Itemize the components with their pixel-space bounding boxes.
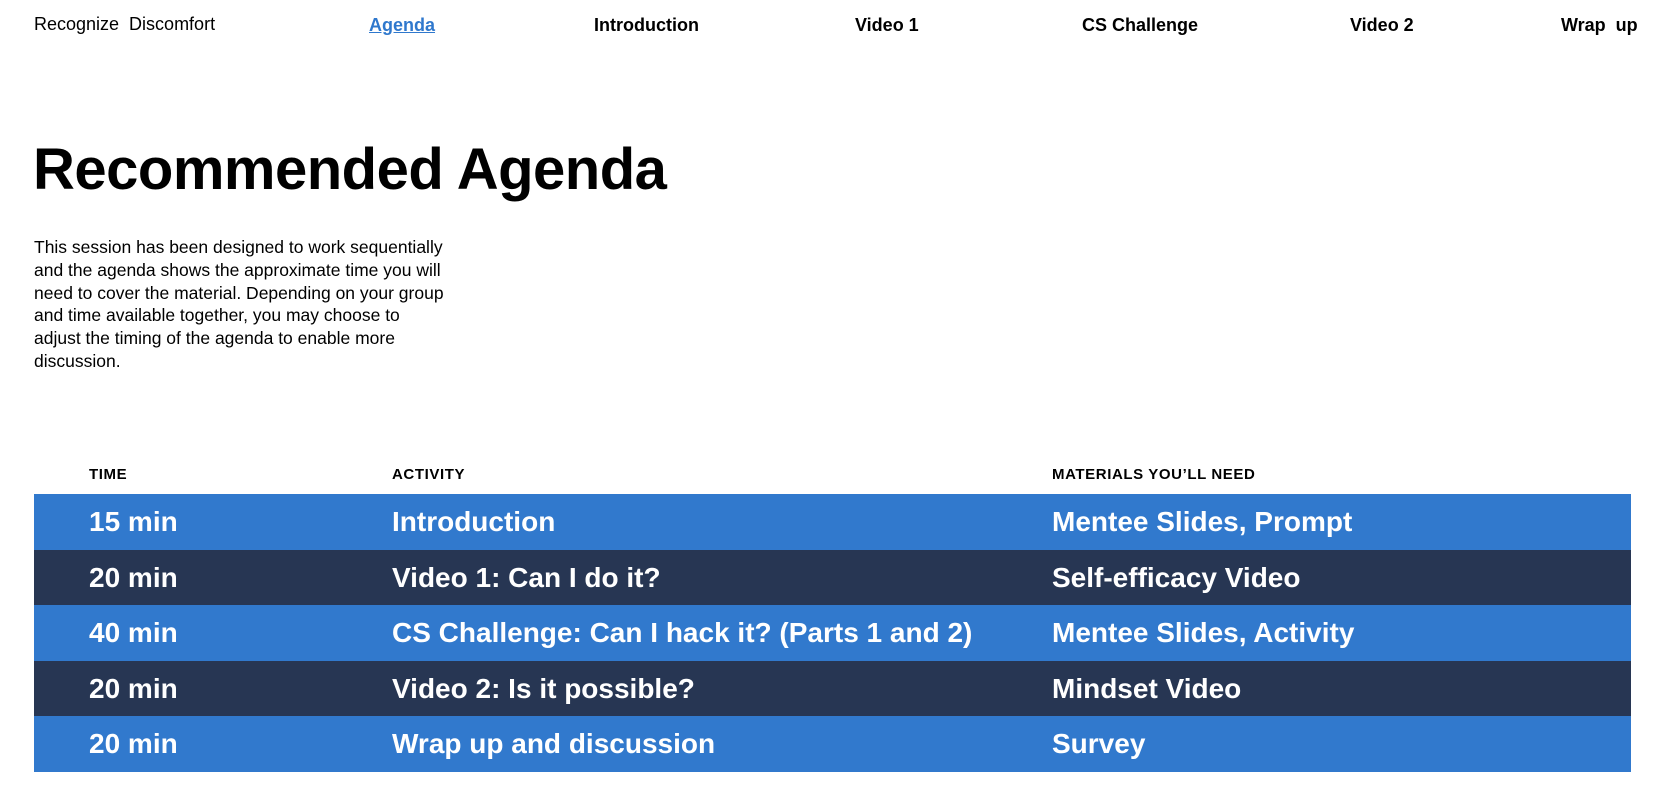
nav-link-wrap-up[interactable]: Wrap up [1561,15,1638,36]
row-time: 15 min [89,506,178,537]
row-materials: Mentee Slides, Activity [1052,617,1355,649]
column-header-time: TIME [89,466,128,483]
top-navigation: Recognize Discomfort Agenda Introduction… [0,0,1658,50]
row-time: 20 min [89,728,178,760]
page: Recognize Discomfort Agenda Introduction… [0,0,1658,800]
row-activity: Wrap up and discussion [392,728,716,760]
nav-link-agenda[interactable]: Agenda [369,15,435,36]
table-row: 20 min Video 2: Is it possible? Mindset … [34,660,1631,717]
row-time: 20 min [89,672,178,704]
row-time: 40 min [89,617,178,649]
column-header-activity: ACTIVITY [392,466,466,483]
row-activity: CS Challenge: Can I hack it? (Parts 1 an… [392,617,973,649]
agenda-table-header: TIME ACTIVITY MATERIALS YOU’LL NEED [34,460,1631,494]
site-title: Recognize Discomfort [34,14,216,34]
row-materials: Self-efficacy Video [1052,561,1301,593]
table-row: 20 min Wrap up and discussion Survey [34,716,1631,772]
page-title: Recommended Agenda [33,137,667,202]
column-header-materials: MATERIALS YOU’LL NEED [1052,466,1256,483]
intro-paragraph: This session has been designed to work s… [34,237,444,371]
row-materials: Mindset Video [1052,672,1242,704]
nav-link-video-2[interactable]: Video 2 [1350,15,1414,36]
table-row: 40 min CS Challenge: Can I hack it? (Par… [34,605,1631,661]
row-activity: Video 1: Can I do it? [392,561,661,593]
agenda-table: TIME ACTIVITY MATERIALS YOU’LL NEED 15 m… [34,460,1631,772]
table-row: 20 min Video 1: Can I do it? Self-effica… [34,549,1631,606]
row-materials: Mentee Slides, Prompt [1052,506,1353,537]
nav-link-video-1[interactable]: Video 1 [855,15,919,36]
row-materials: Survey [1052,728,1146,760]
row-activity: Introduction [392,506,556,537]
nav-link-cs-challenge[interactable]: CS Challenge [1082,15,1198,36]
row-activity: Video 2: Is it possible? [392,672,695,704]
row-time: 20 min [89,561,178,593]
nav-link-introduction[interactable]: Introduction [594,15,699,36]
table-row: 15 min Introduction Mentee Slides, Promp… [34,494,1631,550]
